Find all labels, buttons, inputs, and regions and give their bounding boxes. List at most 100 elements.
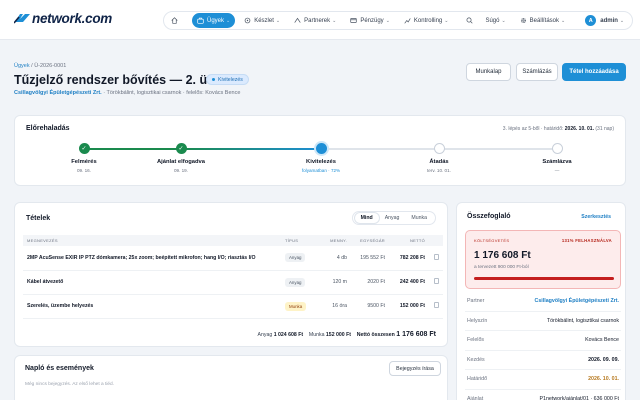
summary-divider bbox=[465, 388, 621, 390]
progress-step: ✓ Felmérés 09. 16. bbox=[44, 140, 124, 173]
item-type-cell: Anyag bbox=[281, 270, 317, 295]
box-icon bbox=[244, 17, 251, 24]
item-delete-cell bbox=[429, 294, 443, 319]
nav-item-kontrolling[interactable]: Kontrolling ⌄ bbox=[399, 13, 454, 28]
summary-row: Kezdés 2026. 09. 09. bbox=[467, 357, 619, 363]
nav-help[interactable]: Súgó ⌄ bbox=[480, 13, 510, 28]
column-header: MENNY. bbox=[317, 235, 351, 246]
summary-row: Határidő 2026. 10. 01. bbox=[467, 376, 619, 382]
nav-search[interactable] bbox=[463, 13, 476, 28]
worksheet-button[interactable]: Munkalap bbox=[466, 63, 511, 81]
summary-row: Partner Csillagvölgyi Épületgépészeti Zrt… bbox=[467, 298, 619, 304]
budget-label: KÖLTSÉGVETÉS bbox=[474, 238, 510, 243]
gear-icon bbox=[520, 17, 526, 24]
budget-planned: a tervezett 900 000 Ft-ból bbox=[474, 265, 529, 270]
item-type-cell: Munka bbox=[281, 294, 317, 319]
logo[interactable]: network.com bbox=[14, 11, 112, 26]
item-net: 782 208 Ft bbox=[389, 246, 429, 271]
nav-item-label: Pénzügy bbox=[360, 17, 384, 24]
item-unit-price: 195 552 Ft bbox=[351, 246, 389, 271]
item-net: 242 400 Ft bbox=[389, 270, 429, 295]
column-header: TÍPUS bbox=[281, 235, 317, 246]
chevron-down-icon: ⌄ bbox=[275, 17, 281, 24]
summary-row: Helyszín Törökbálint, logisztikai csarnok bbox=[467, 318, 619, 324]
item-delete-cell bbox=[429, 270, 443, 295]
item-type-pill: Munka bbox=[285, 301, 307, 311]
progress-step: ✓ Ajánlat elfogadva 09. 19. bbox=[141, 140, 221, 173]
nav-item-label: Kontrolling bbox=[413, 17, 443, 24]
chevron-down-icon: ⌄ bbox=[385, 17, 390, 24]
chevron-down-icon: ⌄ bbox=[226, 17, 231, 24]
status-dot-icon bbox=[212, 78, 215, 81]
sum-labor: 152 000 Ft bbox=[325, 332, 352, 338]
summary-key: Felelős bbox=[467, 337, 485, 343]
budget-alert: KÖLTSÉGVETÉS 131% FELHASZNÁLVA 1 176 608… bbox=[465, 230, 621, 289]
item-type-pill: Anyag bbox=[285, 277, 306, 287]
items-card: Tételek Mind Anyag Munka MEGNEVEZÉS TÍPU… bbox=[14, 202, 448, 347]
summary-value: P1network/ajánlat/01 · 636 000 Ft bbox=[539, 395, 619, 400]
briefcase-icon bbox=[197, 17, 204, 24]
nav-item-label: Partnerek bbox=[304, 17, 331, 24]
nav-item-partnerek[interactable]: Partnerek ⌄ bbox=[289, 13, 341, 28]
tab-munka[interactable]: Munka bbox=[405, 213, 433, 223]
sum-material-label: Anyag bbox=[257, 332, 273, 338]
avatar: A bbox=[585, 15, 597, 26]
item-delete-cell bbox=[429, 246, 443, 271]
nav-item-ugyek[interactable]: Ügyek ⌄ bbox=[192, 13, 236, 28]
summary-key: Helyszín bbox=[467, 317, 488, 324]
user-menu[interactable]: A admin ⌄ bbox=[580, 13, 629, 28]
step-name: Felmérés bbox=[71, 159, 97, 165]
item-net: 152 000 Ft bbox=[389, 294, 429, 319]
budget-amount: 1 176 608 Ft bbox=[474, 250, 531, 261]
check-icon: ✓ bbox=[78, 143, 90, 154]
column-header: EGYSÉGÁR bbox=[351, 235, 389, 246]
breadcrumb-parent[interactable]: Ügyek bbox=[14, 63, 30, 69]
log-card: Napló és események Bejegyzés írása Még n… bbox=[14, 355, 448, 400]
nav-item-keszlet[interactable]: Készlet ⌄ bbox=[239, 13, 285, 28]
step-date: folyamatban · 72% bbox=[301, 168, 341, 173]
tab-anyag[interactable]: Anyag bbox=[379, 213, 406, 223]
table-row[interactable]: Szerelés, üzembe helyezés Munka 16 óra 9… bbox=[23, 294, 443, 319]
summary-value: 2026. 09. 09. bbox=[588, 356, 619, 363]
main-nav: Ügyek ⌄ Készlet ⌄ Partnerek ⌄ Pénzügy ⌄ Kont… bbox=[163, 11, 633, 30]
summary-divider bbox=[465, 349, 621, 351]
home-icon bbox=[171, 17, 178, 24]
trash-icon[interactable] bbox=[433, 302, 439, 308]
chart-icon bbox=[404, 18, 411, 24]
nav-item-label: Készlet bbox=[254, 17, 274, 24]
nav-home[interactable] bbox=[167, 13, 182, 28]
nav-item-penzugy[interactable]: Pénzügy ⌄ bbox=[345, 13, 395, 28]
step-marker bbox=[551, 143, 563, 154]
step-date: 09. 16. bbox=[76, 168, 92, 173]
progress-step: Átadás terv. 10. 01. bbox=[399, 140, 479, 173]
summary-value[interactable]: Csillagvölgyi Épületgépészeti Zrt. bbox=[535, 298, 619, 304]
client-link[interactable]: Csillagvölgyi Épületgépészeti Zrt. bbox=[14, 90, 102, 96]
summary-divider bbox=[465, 330, 621, 331]
sum-total-label: Nettó összesen bbox=[356, 332, 395, 338]
billing-button[interactable]: Számlázás bbox=[516, 63, 558, 81]
table-header-row: MEGNEVEZÉS TÍPUS MENNY. EGYSÉGÁR NETTÓ bbox=[23, 235, 443, 246]
trash-icon[interactable] bbox=[433, 253, 439, 260]
write-entry-button[interactable]: Bejegyzés írása bbox=[389, 361, 441, 376]
summary-divider bbox=[465, 310, 621, 312]
tab-mind[interactable]: Mind bbox=[354, 213, 379, 223]
step-name: Ajánlat elfogadva bbox=[157, 159, 205, 165]
table-row[interactable]: 2MP AcuSense EXIR IP PTZ dómkamera; 25x … bbox=[23, 246, 443, 271]
add-item-button[interactable]: Tétel hozzáadása bbox=[562, 63, 626, 81]
summary-card: Összefoglaló Szerkesztés KÖLTSÉGVETÉS 13… bbox=[456, 202, 626, 400]
logo-text: network.com bbox=[32, 11, 112, 26]
log-heading: Napló és események bbox=[25, 365, 94, 372]
log-empty-text: Még nincs bejegyzés. Az első lehet a tié… bbox=[25, 382, 115, 387]
item-type-cell: Anyag bbox=[281, 246, 317, 271]
nav-settings[interactable]: Beállítások ⌄ bbox=[515, 13, 571, 28]
chevron-down-icon: ⌄ bbox=[332, 17, 337, 24]
step-date: 09. 19. bbox=[173, 168, 189, 173]
edit-link[interactable]: Szerkesztés bbox=[581, 214, 611, 220]
trash-icon[interactable] bbox=[433, 278, 439, 284]
budget-percent: 131% FELHASZNÁLVA bbox=[561, 238, 612, 243]
table-row[interactable]: Kábel átvezető Anyag 120 m 2020 Ft 242 4… bbox=[23, 270, 443, 295]
items-filter-tabs: Mind Anyag Munka bbox=[351, 211, 436, 225]
item-qty: 120 m bbox=[317, 270, 351, 295]
progress-deadline: 2026. 10. 01. bbox=[564, 126, 594, 132]
users-icon bbox=[294, 17, 301, 23]
